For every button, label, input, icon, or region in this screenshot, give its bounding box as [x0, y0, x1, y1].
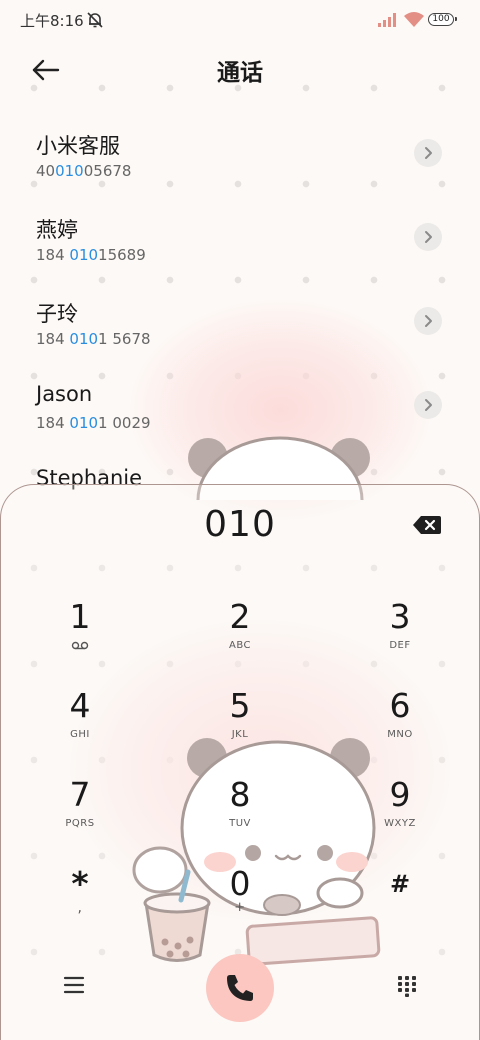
key-7[interactable]: 7 PQRS — [20, 776, 140, 860]
contact-detail-button[interactable] — [414, 307, 442, 335]
number-match: 010 — [69, 330, 99, 348]
key-6[interactable]: 6 MNO — [340, 687, 460, 771]
contact-detail-button[interactable] — [414, 223, 442, 251]
chevron-right-icon — [425, 231, 432, 243]
key-5[interactable]: 5 JKL — [180, 687, 300, 771]
contact-number: 184 0101 0029 — [36, 414, 151, 432]
contact-detail-button[interactable] — [414, 139, 442, 167]
phone-icon — [227, 975, 253, 1001]
contact-name: 子玲 — [36, 302, 78, 326]
key-star[interactable]: * , — [20, 865, 140, 949]
contact-name: 小米客服 — [36, 134, 120, 158]
contact-number: 184 01015689 — [36, 246, 146, 264]
key-8[interactable]: 8 TUV — [180, 776, 300, 860]
key-0[interactable]: 0 + — [180, 865, 300, 949]
contact-detail-button[interactable] — [414, 391, 442, 419]
key-hash[interactable]: # — [340, 865, 460, 949]
keypad-toggle-button[interactable] — [397, 975, 417, 997]
key-9[interactable]: 9 WXYZ — [340, 776, 460, 860]
contact-number: 184 0101 5678 — [36, 330, 151, 348]
chevron-right-icon — [425, 147, 432, 159]
page-title: 通话 — [217, 60, 263, 86]
status-time: 上午8:16 — [20, 12, 84, 30]
contact-number: 4001005678 — [36, 162, 132, 180]
battery-icon: 100 — [428, 13, 457, 26]
menu-icon — [63, 976, 85, 994]
backspace-button[interactable] — [412, 514, 442, 536]
dialed-number: 010 — [204, 504, 276, 545]
key-3[interactable]: 3 DEF — [340, 598, 460, 682]
key-1[interactable]: 1 — [20, 598, 140, 682]
contact-item[interactable]: 燕婷 184 01015689 — [0, 214, 480, 298]
status-bar: 上午8:16 100 — [0, 0, 480, 40]
bell-muted-icon — [87, 12, 103, 28]
number-match: 010 — [69, 414, 99, 432]
menu-button[interactable] — [62, 975, 86, 995]
contact-item[interactable]: 小米客服 4001005678 — [0, 130, 480, 214]
chevron-right-icon — [425, 315, 432, 327]
call-button[interactable] — [206, 954, 274, 1022]
key-4[interactable]: 4 GHI — [20, 687, 140, 771]
voicemail-icon — [71, 641, 89, 650]
backspace-icon — [413, 516, 441, 534]
number-match: 010 — [69, 246, 99, 264]
dialpad-icon — [398, 976, 416, 997]
contact-name: 燕婷 — [36, 218, 78, 242]
contact-name: Jason — [36, 382, 93, 406]
contact-item[interactable]: 子玲 184 0101 5678 — [0, 298, 480, 382]
chevron-right-icon — [425, 399, 432, 411]
contact-item[interactable]: Jason 184 0101 0029 — [0, 382, 480, 466]
wifi-icon — [404, 12, 424, 27]
signal-icon — [378, 13, 396, 27]
key-2[interactable]: 2 ABC — [180, 598, 300, 682]
number-match: 010 — [55, 162, 84, 180]
